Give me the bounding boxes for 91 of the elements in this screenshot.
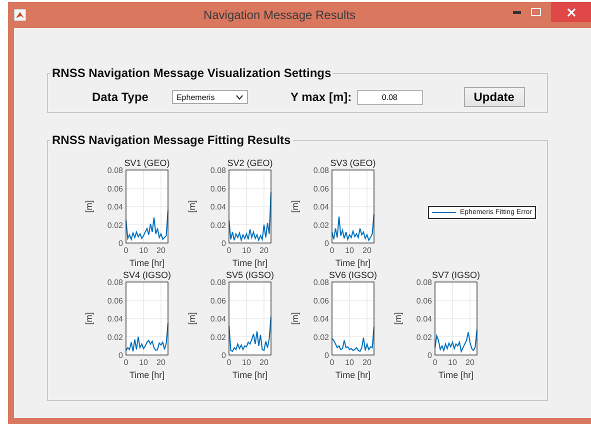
panel-title: RNSS Navigation Message Fitting Results [51, 133, 292, 147]
chart-title: SV4 (IGSO) [123, 270, 171, 280]
y-max-field[interactable]: 0.08 [356, 90, 423, 104]
y-tick-label: 0.04 [210, 202, 226, 212]
x-tick-label: 20 [466, 358, 474, 367]
x-tick-label: 0 [226, 358, 232, 367]
x-tick-label: 0 [330, 358, 334, 367]
y-tick-label: 0.08 [107, 278, 123, 287]
y-tick-label: 0.08 [107, 166, 123, 175]
y-tick-label: 0.02 [107, 332, 123, 342]
y-tick-label: 0.02 [416, 332, 432, 342]
chart-title: SV6 (IGSO) [329, 270, 377, 280]
y-axis-label: [m] [187, 200, 197, 213]
y-tick-label: 0.08 [313, 166, 329, 175]
data-type-dropdown[interactable]: Ephemeris [172, 90, 248, 104]
y-tick-label: 0.06 [313, 184, 329, 194]
app-icon [14, 9, 26, 21]
y-tick-label: 0 [428, 351, 432, 360]
x-axis-label: Time [hr] [129, 258, 165, 268]
y-tick-label: 0.06 [107, 296, 123, 306]
y-tick-label: 0.02 [107, 220, 123, 230]
x-tick-label: 20 [260, 246, 268, 255]
y-tick-label: 0.02 [313, 220, 329, 230]
y-tick-label: 0.06 [313, 296, 329, 306]
chevron-down-icon [236, 94, 244, 100]
y-axis-label: [m] [84, 200, 94, 213]
x-tick-label: 10 [242, 246, 251, 255]
data-type-label: Data Type [92, 90, 148, 104]
chart-title: SV3 (GEO) [330, 158, 376, 168]
close-icon[interactable] [566, 8, 576, 16]
x-tick-label: 10 [448, 358, 457, 367]
close-button[interactable] [551, 2, 591, 22]
x-axis-label: Time [hr] [438, 370, 474, 380]
chart-title: SV7 (IGSO) [432, 270, 480, 280]
update-button[interactable]: Update [464, 87, 525, 107]
y-tick-label: 0.04 [313, 202, 329, 212]
y-tick-label: 0 [118, 239, 123, 248]
x-axis-label: Time [hr] [335, 370, 371, 380]
window-title: Navigation Message Results [202, 8, 357, 22]
x-tick-label: 0 [432, 358, 438, 367]
minimize-icon[interactable] [513, 10, 521, 14]
x-tick-label: 20 [156, 246, 166, 255]
x-tick-label: 0 [330, 246, 334, 255]
maximize-icon[interactable] [531, 8, 541, 16]
x-tick-label: 20 [362, 358, 372, 367]
y-tick-label: 0.04 [313, 314, 329, 324]
y-tick-label: 0 [222, 351, 226, 360]
y-tick-label: 0.04 [416, 314, 432, 324]
y-tick-label: 0.08 [210, 278, 226, 287]
x-tick-label: 10 [242, 358, 251, 367]
x-axis-label: Time [hr] [232, 370, 268, 380]
y-tick-label: 0 [324, 351, 329, 360]
y-tick-label: 0.04 [107, 202, 123, 212]
y-tick-label: 0.06 [210, 184, 226, 194]
x-tick-label: 20 [362, 246, 372, 255]
panel-title: RNSS Navigation Message Visualization Settings [51, 66, 332, 80]
chart-title: SV5 (IGSO) [226, 270, 274, 280]
y-axis-label: [m] [290, 200, 300, 213]
x-axis-label: Time [hr] [129, 370, 165, 380]
y-tick-label: 0.06 [416, 296, 432, 306]
y-tick-label: 0.08 [313, 278, 329, 287]
chart-title: SV2 (GEO) [227, 158, 273, 168]
x-tick-label: 0 [124, 246, 128, 255]
y-tick-label: 0.02 [210, 332, 226, 342]
y-axis-label: [m] [84, 312, 94, 325]
chart-title: SV1 (GEO) [124, 158, 170, 168]
x-tick-label: 20 [156, 358, 166, 367]
x-tick-label: 10 [345, 358, 354, 367]
x-axis-label: Time [hr] [232, 258, 268, 268]
y-tick-label: 0.06 [107, 184, 123, 194]
y-tick-label: 0 [222, 239, 226, 248]
x-tick-label: 0 [226, 246, 232, 255]
y-axis-label: [m] [187, 312, 197, 325]
y-tick-label: 0 [118, 351, 123, 360]
y-tick-label: 0 [324, 239, 329, 248]
y-tick-label: 0.02 [210, 220, 226, 230]
y-tick-label: 0.08 [416, 278, 432, 287]
y-tick-label: 0.02 [313, 332, 329, 342]
y-tick-label: 0.06 [210, 296, 226, 306]
x-tick-label: 0 [124, 358, 128, 367]
y-tick-label: 0.08 [210, 166, 226, 175]
x-tick-label: 10 [139, 358, 148, 367]
x-tick-label: 10 [139, 246, 148, 255]
y-axis-label: [m] [393, 312, 403, 325]
y-max-label: Y max [m]: [290, 90, 352, 104]
y-axis-label: [m] [290, 312, 300, 325]
x-axis-label: Time [hr] [335, 258, 371, 268]
y-tick-label: 0.04 [210, 314, 226, 324]
x-tick-label: 20 [260, 358, 268, 367]
x-tick-label: 10 [345, 246, 354, 255]
y-tick-label: 0.04 [107, 314, 123, 324]
